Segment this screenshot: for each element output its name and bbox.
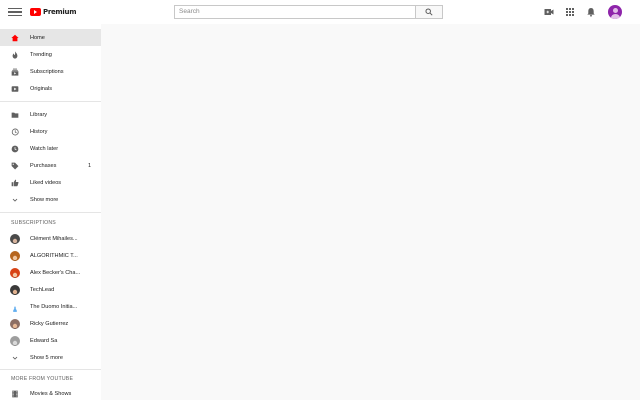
top-bar: Premium Search bbox=[0, 0, 640, 24]
subscription-channel[interactable]: Edward Sa bbox=[0, 332, 101, 349]
tag-icon bbox=[11, 162, 19, 169]
channel-avatar bbox=[10, 233, 20, 244]
subscription-channel[interactable]: ALGORITHMIC T... bbox=[0, 247, 101, 264]
search-input[interactable]: Search bbox=[174, 5, 416, 19]
sidebar-item-library[interactable]: Library bbox=[0, 106, 101, 123]
subscription-channel[interactable]: Ricky Gutierrez bbox=[0, 315, 101, 332]
subscription-channel[interactable]: Alex Becker's Cha... bbox=[0, 264, 101, 281]
purchases-count: 1 bbox=[88, 162, 92, 169]
channel-avatar bbox=[10, 267, 20, 278]
channel-name: Ricky Gutierrez bbox=[30, 320, 69, 327]
sidebar-item-show-more-subscriptions[interactable]: Show 5 more bbox=[0, 349, 101, 366]
sidebar-item-label: Library bbox=[30, 111, 48, 118]
sidebar-item-movies-shows[interactable]: Movies & Shows bbox=[0, 385, 101, 400]
menu-icon[interactable] bbox=[8, 6, 22, 18]
apps-grid-icon[interactable] bbox=[565, 7, 575, 17]
sidebar-item-label: Trending bbox=[30, 51, 52, 58]
channel-avatar bbox=[10, 301, 20, 312]
subscription-channel[interactable]: TechLead bbox=[0, 281, 101, 298]
sidebar-item-liked-videos[interactable]: Liked videos bbox=[0, 174, 101, 191]
video-camera-icon[interactable] bbox=[544, 7, 554, 17]
sidebar-item-show-more[interactable]: Show more bbox=[0, 191, 101, 208]
sidebar-item-originals[interactable]: Originals bbox=[0, 80, 101, 97]
sidebar-item-label: Subscriptions bbox=[30, 68, 64, 75]
sidebar-item-label: Liked videos bbox=[30, 179, 62, 186]
sidebar-item-label: History bbox=[30, 128, 48, 135]
channel-avatar bbox=[10, 318, 20, 329]
sidebar-item-label: Originals bbox=[30, 85, 53, 92]
subscriptions-icon bbox=[11, 68, 19, 76]
clock-icon bbox=[11, 145, 19, 152]
divider bbox=[0, 212, 101, 213]
thumbs-up-icon bbox=[11, 179, 19, 186]
sidebar: Home Trending Subscriptions Originals Li… bbox=[0, 24, 101, 400]
sidebar-item-home[interactable]: Home bbox=[0, 29, 101, 46]
channel-name: Edward Sa bbox=[30, 337, 58, 344]
sidebar-item-label: Movies & Shows bbox=[30, 390, 72, 397]
originals-icon bbox=[11, 85, 19, 92]
channel-name: ALGORITHMIC T... bbox=[30, 252, 78, 259]
more-from-youtube-title: MORE FROM YOUTUBE bbox=[11, 376, 74, 382]
folder-icon bbox=[11, 112, 19, 118]
sidebar-item-watch-later[interactable]: Watch later bbox=[0, 140, 101, 157]
youtube-premium-logo[interactable]: Premium bbox=[30, 5, 77, 19]
subscriptions-section-title: SUBSCRIPTIONS bbox=[11, 220, 56, 226]
subscription-channel[interactable]: The Duomo Initia... bbox=[0, 298, 101, 315]
home-icon bbox=[11, 34, 19, 41]
channel-avatar bbox=[10, 250, 20, 261]
account-avatar[interactable] bbox=[608, 5, 622, 19]
channel-name: Clément Mihailes... bbox=[30, 235, 78, 242]
channel-name: Alex Becker's Cha... bbox=[30, 269, 81, 276]
divider bbox=[0, 101, 101, 102]
subscription-channel[interactable]: Clément Mihailes... bbox=[0, 230, 101, 247]
channel-name: TechLead bbox=[30, 286, 55, 293]
divider bbox=[0, 369, 101, 370]
sidebar-item-label: Watch later bbox=[30, 145, 59, 152]
youtube-play-icon bbox=[30, 8, 41, 16]
history-icon bbox=[11, 128, 19, 135]
channel-name: The Duomo Initia... bbox=[30, 303, 78, 310]
notifications-bell-icon[interactable] bbox=[586, 7, 596, 17]
search-icon bbox=[425, 8, 433, 16]
sidebar-item-label: Purchases bbox=[30, 162, 57, 169]
sidebar-item-purchases[interactable]: Purchases 1 bbox=[0, 157, 101, 174]
sidebar-item-label: Show more bbox=[30, 196, 59, 203]
channel-avatar bbox=[10, 335, 20, 346]
film-icon bbox=[12, 390, 18, 397]
chevron-down-icon bbox=[12, 356, 18, 360]
main-content-area bbox=[101, 24, 640, 400]
logo-text: Premium bbox=[43, 8, 77, 16]
chevron-down-icon bbox=[12, 198, 18, 202]
sidebar-item-label: Show 5 more bbox=[30, 354, 63, 361]
search-button[interactable] bbox=[415, 5, 443, 19]
flame-icon bbox=[12, 50, 18, 59]
sidebar-item-label: Home bbox=[30, 34, 45, 41]
sidebar-item-history[interactable]: History bbox=[0, 123, 101, 140]
channel-avatar bbox=[10, 284, 20, 295]
sidebar-item-trending[interactable]: Trending bbox=[0, 46, 101, 63]
sidebar-item-subscriptions[interactable]: Subscriptions bbox=[0, 63, 101, 80]
